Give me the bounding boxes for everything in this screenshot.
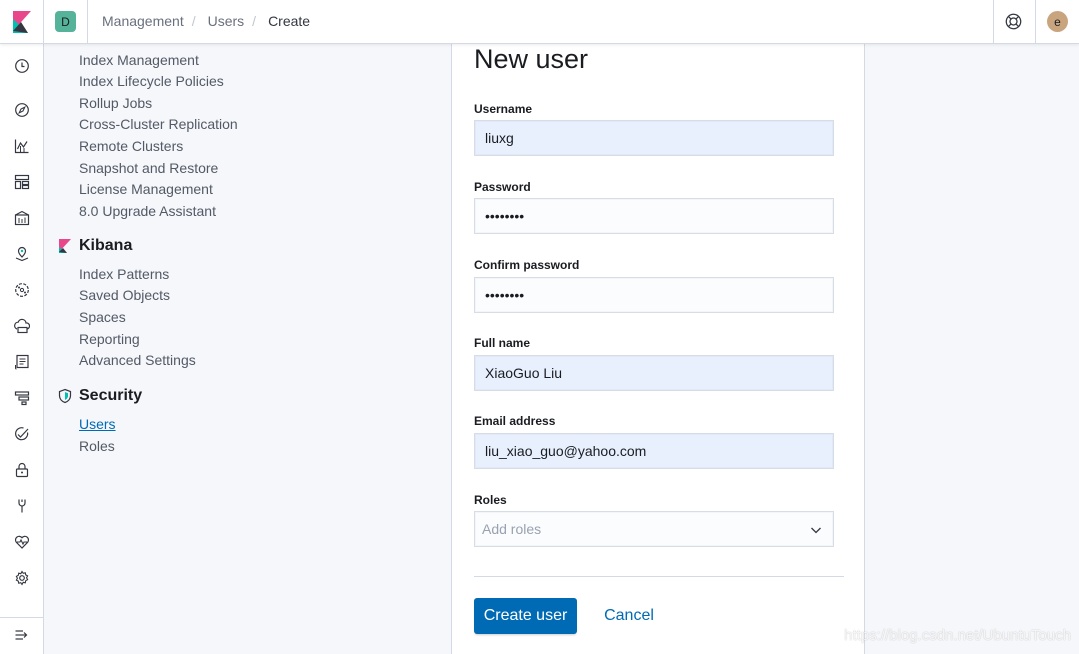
roles-combobox[interactable]: Add roles — [474, 511, 834, 547]
siem-icon[interactable] — [13, 461, 31, 479]
sidebar-item-remote-clusters[interactable]: Remote Clusters — [79, 138, 183, 154]
breadcrumb: Management / Users / Create — [102, 13, 310, 29]
username-label: Username — [474, 102, 533, 116]
management-sidebar: Index Management Index Lifecycle Policie… — [44, 44, 451, 654]
full-name-label: Full name — [474, 336, 531, 350]
kibana-icon — [59, 239, 71, 253]
sidebar-item-index-management[interactable]: Index Management — [79, 52, 199, 68]
sidebar-item-ccr[interactable]: Cross-Cluster Replication — [79, 116, 238, 132]
full-name-field[interactable]: XiaoGuo Liu — [474, 355, 834, 391]
sidebar-item-roles[interactable]: Roles — [79, 438, 115, 454]
confirm-password-label: Confirm password — [474, 258, 580, 272]
sidebar-item-license[interactable]: License Management — [79, 181, 213, 197]
new-user-panel: New user Username liuxg Password •••••••… — [451, 44, 865, 654]
kibana-logo-icon — [12, 10, 31, 33]
ml-icon[interactable] — [13, 281, 31, 299]
chevron-down-icon[interactable] — [810, 524, 822, 536]
apm-icon[interactable] — [13, 389, 31, 407]
kibana-logo[interactable] — [0, 0, 44, 43]
sidebar-item-upgrade-assistant[interactable]: 8.0 Upgrade Assistant — [79, 203, 216, 219]
monitoring-icon[interactable] — [13, 533, 31, 551]
cancel-button[interactable]: Cancel — [593, 598, 665, 634]
visualize-icon[interactable] — [13, 137, 31, 155]
sidebar-item-ilm[interactable]: Index Lifecycle Policies — [79, 73, 224, 89]
email-field[interactable]: liu_xiao_guo@yahoo.com — [474, 433, 834, 469]
breadcrumb-separator: / — [252, 13, 257, 29]
breadcrumb-separator: / — [191, 13, 196, 29]
logs-icon[interactable] — [13, 353, 31, 371]
header-divider — [993, 0, 994, 43]
breadcrumb-users[interactable]: Users — [208, 13, 245, 29]
confirm-password-field[interactable]: •••••••• — [474, 277, 834, 313]
watermark: https://blog.csdn.net/UbuntuTouch — [844, 627, 1071, 644]
sidebar-group-security: Security — [79, 387, 143, 404]
breadcrumb-management[interactable]: Management — [102, 13, 184, 29]
compass-icon[interactable] — [13, 101, 31, 119]
dashboard-icon[interactable] — [13, 173, 31, 191]
password-label: Password — [474, 180, 531, 194]
page-background — [865, 44, 1079, 654]
maps-icon[interactable] — [13, 245, 31, 263]
create-user-button[interactable]: Create user — [474, 598, 577, 634]
header-divider — [1035, 0, 1036, 43]
page-title: New user — [474, 44, 589, 74]
username-field[interactable]: liuxg — [474, 120, 834, 156]
space-avatar[interactable]: D — [55, 11, 76, 32]
sidebar-item-rollup-jobs[interactable]: Rollup Jobs — [79, 95, 152, 111]
management-icon[interactable] — [13, 569, 31, 587]
form-divider — [474, 576, 844, 577]
clock-icon[interactable] — [13, 57, 31, 75]
sidebar-item-saved-objects[interactable]: Saved Objects — [79, 287, 170, 303]
uptime-icon[interactable] — [13, 425, 31, 443]
sidebar-item-snapshot-restore[interactable]: Snapshot and Restore — [79, 160, 218, 176]
email-label: Email address — [474, 414, 556, 428]
nav-divider — [0, 617, 44, 618]
infrastructure-icon[interactable] — [13, 317, 31, 335]
canvas-icon[interactable] — [13, 209, 31, 227]
roles-placeholder: Add roles — [482, 521, 542, 537]
dock-toggle-icon[interactable] — [13, 626, 31, 644]
sidebar-item-users[interactable]: Users — [79, 416, 116, 432]
nav-rail — [0, 44, 44, 654]
sidebar-item-index-patterns[interactable]: Index Patterns — [79, 266, 169, 282]
sidebar-item-advanced-settings[interactable]: Advanced Settings — [79, 352, 196, 368]
sidebar-item-spaces[interactable]: Spaces — [79, 309, 126, 325]
top-header: D Management / Users / Create e — [0, 0, 1079, 44]
breadcrumb-create: Create — [268, 13, 311, 29]
password-field[interactable]: •••••••• — [474, 198, 834, 234]
user-avatar[interactable]: e — [1047, 11, 1068, 32]
help-icon[interactable] — [1005, 13, 1022, 30]
shield-icon — [58, 388, 72, 404]
sidebar-group-kibana: Kibana — [79, 237, 133, 254]
sidebar-item-reporting[interactable]: Reporting — [79, 331, 140, 347]
devtools-icon[interactable] — [13, 497, 31, 515]
roles-label: Roles — [474, 493, 507, 507]
header-divider — [87, 0, 88, 43]
